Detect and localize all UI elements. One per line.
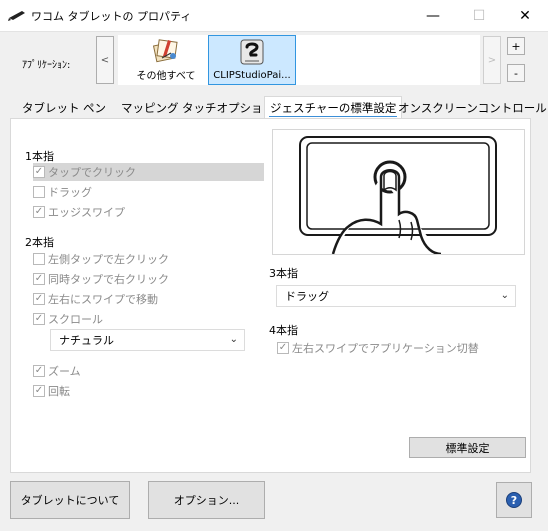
- checkmark-icon: ✓: [34, 365, 44, 376]
- tap-to-click-checkbox[interactable]: ✓ タップでクリック: [33, 163, 264, 181]
- rotate-checkbox[interactable]: ✓ 回転: [33, 382, 70, 400]
- four-finger-label: 4本指: [269, 324, 298, 337]
- checkbox-label: 回転: [48, 385, 70, 398]
- select-value: ドラッグ: [285, 290, 329, 303]
- app-tile-all[interactable]: その他すべて: [122, 35, 210, 85]
- checkmark-icon: ✓: [34, 166, 44, 177]
- remove-application-button[interactable]: -: [507, 64, 525, 82]
- checkbox-label: スクロール: [48, 313, 103, 326]
- checkmark-icon: ✓: [34, 293, 44, 304]
- app-tile-clip-studio[interactable]: CLIPStudioPai...: [208, 35, 296, 85]
- checkbox-box: ✓: [33, 273, 45, 285]
- all-apps-icon: [151, 34, 181, 64]
- wacom-pen-icon: [8, 11, 25, 21]
- simultaneous-tap-right-click-checkbox[interactable]: ✓ 同時タップで右クリック: [33, 270, 169, 288]
- checkbox-box: ✓: [33, 206, 45, 218]
- tab-onscreen-controls[interactable]: オンスクリーンコントロール: [398, 98, 547, 118]
- checkmark-icon: ✓: [34, 273, 44, 284]
- app-tile-label: CLIPStudioPai...: [213, 70, 291, 81]
- checkbox-box: ✓: [33, 166, 45, 178]
- chevron-down-icon: ⌄: [229, 334, 238, 345]
- maximize-button[interactable]: ☐: [456, 0, 502, 32]
- restore-defaults-button[interactable]: 標準設定: [409, 437, 526, 458]
- checkbox-label: 左側タップで左クリック: [48, 253, 169, 266]
- checkmark-icon: ✓: [34, 313, 44, 324]
- application-list: その他すべて CLIPStudioPai...: [118, 35, 480, 85]
- add-application-button[interactable]: +: [507, 37, 525, 55]
- select-value: ナチュラル: [59, 334, 114, 347]
- app-scroll-left-button[interactable]: <: [96, 36, 114, 84]
- minimize-button[interactable]: —: [410, 0, 456, 32]
- checkbox-box: ✓: [277, 342, 289, 354]
- drag-checkbox[interactable]: ドラッグ: [33, 183, 92, 201]
- checkbox-label: エッジスワイプ: [48, 206, 125, 219]
- checkmark-icon: ✓: [34, 385, 44, 396]
- tab-tablet[interactable]: タブレット: [22, 98, 80, 118]
- minimize-icon: —: [426, 8, 440, 24]
- options-button[interactable]: オプション...: [148, 481, 265, 519]
- checkbox-box: [33, 253, 45, 265]
- checkbox-label: 同時タップで右クリック: [48, 273, 169, 286]
- scroll-checkbox[interactable]: ✓ スクロール: [33, 310, 103, 328]
- scroll-direction-select[interactable]: ナチュラル ⌄: [50, 329, 245, 351]
- left-tap-left-click-checkbox[interactable]: 左側タップで左クリック: [33, 250, 169, 268]
- zoom-checkbox[interactable]: ✓ ズーム: [33, 362, 81, 380]
- checkbox-label: 左右スワイプでアプリケーション切替: [292, 342, 479, 355]
- tab-pen[interactable]: ペン: [83, 98, 106, 118]
- help-icon: ?: [506, 492, 522, 508]
- swipe-navigate-checkbox[interactable]: ✓ 左右にスワイプで移動: [33, 290, 158, 308]
- checkbox-label: 左右にスワイプで移動: [48, 293, 158, 306]
- three-finger-select[interactable]: ドラッグ ⌄: [276, 285, 516, 307]
- gesture-preview-image: [272, 129, 525, 256]
- minus-icon: -: [514, 66, 518, 80]
- chevron-down-icon: ⌄: [500, 290, 509, 301]
- checkbox-label: タップでクリック: [48, 166, 136, 179]
- gesture-settings-panel: 1本指 ✓ タップでクリック ドラッグ ✓ エッジスワイプ 2本指 左側タップで…: [10, 118, 531, 473]
- help-button[interactable]: ?: [496, 482, 532, 518]
- three-finger-label: 3本指: [269, 267, 298, 280]
- one-finger-label: 1本指: [25, 150, 54, 163]
- checkbox-box: [33, 186, 45, 198]
- edge-swipe-checkbox[interactable]: ✓ エッジスワイプ: [33, 203, 125, 221]
- two-finger-label: 2本指: [25, 236, 54, 249]
- title-bar: ワコム タブレットの プロパティ — ☐ ✕: [0, 0, 548, 32]
- maximize-icon: ☐: [472, 8, 486, 24]
- app-scroll-right-button[interactable]: >: [483, 36, 501, 84]
- touch-gesture-illustration: [299, 136, 497, 256]
- tab-bar: タブレット ペン マッピング タッチオプション ジェスチャーの標準設定 オンスク…: [10, 96, 547, 119]
- app-switch-swipe-checkbox[interactable]: ✓ 左右スワイプでアプリケーション切替: [277, 339, 479, 357]
- clip-studio-icon: [237, 37, 267, 67]
- checkmark-icon: ✓: [34, 206, 44, 217]
- checkbox-label: ズーム: [48, 365, 81, 378]
- tab-gesture-defaults[interactable]: ジェスチャーの標準設定: [264, 96, 403, 119]
- checkbox-label: ドラッグ: [48, 186, 92, 199]
- close-icon: ✕: [519, 8, 531, 24]
- about-tablet-button[interactable]: タブレットについて: [10, 481, 130, 519]
- tab-mapping[interactable]: マッピング: [121, 98, 179, 118]
- plus-icon: +: [511, 39, 521, 53]
- tab-touch-options[interactable]: タッチオプション: [182, 98, 274, 118]
- chevron-right-icon: >: [487, 54, 497, 66]
- application-label: ｱﾌﾟﾘｹｰｼｮﾝ:: [22, 60, 71, 71]
- window-title: ワコム タブレットの プロパティ: [31, 10, 192, 23]
- close-button[interactable]: ✕: [502, 0, 548, 32]
- checkbox-box: ✓: [33, 313, 45, 325]
- checkbox-box: ✓: [33, 385, 45, 397]
- checkbox-box: ✓: [33, 293, 45, 305]
- checkmark-icon: ✓: [278, 342, 288, 353]
- app-tile-label: その他すべて: [136, 71, 196, 82]
- checkbox-box: ✓: [33, 365, 45, 377]
- chevron-left-icon: <: [100, 54, 110, 66]
